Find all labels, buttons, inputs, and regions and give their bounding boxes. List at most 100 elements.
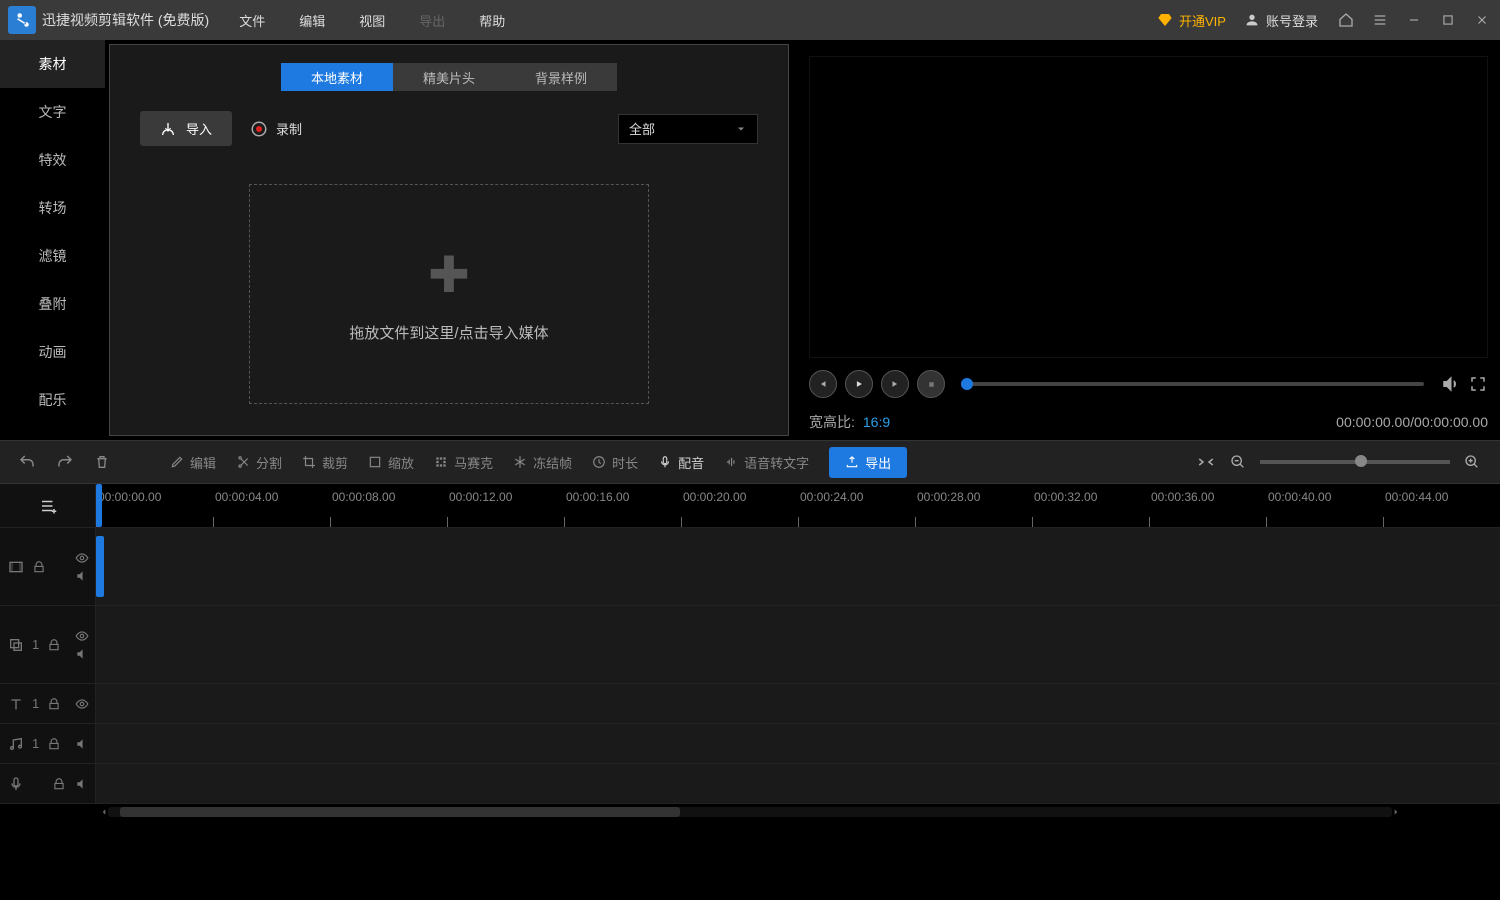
overlay-track[interactable] bbox=[96, 606, 1500, 683]
zoom-button[interactable]: 缩放 bbox=[368, 453, 414, 472]
fullscreen-button[interactable] bbox=[1468, 374, 1488, 394]
eye-icon[interactable] bbox=[75, 629, 89, 643]
zoom-out-button[interactable] bbox=[1228, 452, 1248, 472]
lock-icon[interactable] bbox=[47, 638, 61, 652]
redo-button[interactable] bbox=[56, 453, 74, 471]
time-total: 00:00:00.00 bbox=[1414, 414, 1488, 430]
stop-button[interactable] bbox=[917, 370, 945, 398]
sidebar-item-music[interactable]: 配乐 bbox=[0, 376, 105, 424]
menu-file[interactable]: 文件 bbox=[239, 11, 265, 30]
voiceover-button[interactable]: 配音 bbox=[658, 453, 704, 472]
menu-edit[interactable]: 编辑 bbox=[299, 11, 325, 30]
zoom-slider-thumb[interactable] bbox=[1355, 455, 1367, 467]
sidebar-item-filter[interactable]: 滤镜 bbox=[0, 232, 105, 280]
redo-icon bbox=[56, 453, 74, 471]
sidebar-item-transition[interactable]: 转场 bbox=[0, 184, 105, 232]
eye-icon[interactable] bbox=[75, 697, 89, 711]
ruler-tick: 00:00:28.00 bbox=[915, 490, 1032, 504]
hamburger-button[interactable] bbox=[1370, 10, 1390, 30]
music-track-icon bbox=[8, 736, 24, 752]
login-button[interactable]: 账号登录 bbox=[1244, 11, 1318, 30]
duration-button[interactable]: 时长 bbox=[592, 453, 638, 472]
menu-help[interactable]: 帮助 bbox=[479, 11, 505, 30]
mosaic-button[interactable]: 马赛克 bbox=[434, 453, 493, 472]
timeline-ruler[interactable]: 00:00:00.0000:00:04.0000:00:08.0000:00:1… bbox=[96, 484, 1500, 528]
maximize-button[interactable] bbox=[1438, 10, 1458, 30]
lock-icon[interactable] bbox=[52, 777, 66, 791]
media-filter-select[interactable]: 全部 bbox=[618, 114, 758, 144]
voice-track-icon bbox=[8, 776, 24, 792]
video-clip[interactable] bbox=[96, 536, 104, 597]
lock-icon[interactable] bbox=[47, 697, 61, 711]
next-frame-button[interactable] bbox=[881, 370, 909, 398]
volume-button[interactable] bbox=[1440, 374, 1460, 394]
edit-button[interactable]: 编辑 bbox=[170, 453, 216, 472]
overlay-track-icon bbox=[8, 637, 24, 653]
clock-icon bbox=[592, 455, 606, 469]
add-track-button[interactable] bbox=[0, 484, 96, 528]
scroll-left-icon[interactable] bbox=[100, 808, 108, 816]
crop-icon bbox=[302, 455, 316, 469]
speaker-icon[interactable] bbox=[75, 569, 89, 583]
sidebar-item-effects[interactable]: 特效 bbox=[0, 136, 105, 184]
eye-icon[interactable] bbox=[75, 551, 89, 565]
fit-timeline-button[interactable] bbox=[1196, 452, 1216, 472]
menu-view[interactable]: 视图 bbox=[359, 11, 385, 30]
speaker-icon[interactable] bbox=[75, 777, 89, 791]
stt-button[interactable]: 语音转文字 bbox=[724, 453, 809, 472]
aspect-label: 宽高比: bbox=[809, 412, 855, 432]
ruler-tick: 00:00:00.00 bbox=[96, 490, 213, 504]
lock-icon[interactable] bbox=[47, 737, 61, 751]
timeline-scrollbar[interactable] bbox=[0, 804, 1500, 820]
scroll-right-icon[interactable] bbox=[1392, 808, 1400, 816]
aspect-value[interactable]: 16:9 bbox=[863, 414, 890, 430]
sidebar-item-animation[interactable]: 动画 bbox=[0, 328, 105, 376]
ruler-tick: 00:00:40.00 bbox=[1266, 490, 1383, 504]
lock-icon[interactable] bbox=[32, 560, 46, 574]
video-track[interactable] bbox=[96, 528, 1500, 605]
tab-local-media[interactable]: 本地素材 bbox=[281, 63, 393, 91]
prev-frame-button[interactable] bbox=[809, 370, 837, 398]
import-button[interactable]: 导入 bbox=[140, 111, 232, 146]
freeze-button[interactable]: 冻结帧 bbox=[513, 453, 572, 472]
delete-button[interactable] bbox=[94, 454, 110, 470]
export-button[interactable]: 导出 bbox=[829, 447, 907, 478]
close-button[interactable] bbox=[1472, 10, 1492, 30]
speaker-icon[interactable] bbox=[75, 737, 89, 751]
music-track-head: 1 bbox=[0, 724, 96, 763]
ruler-tick: 00:00:16.00 bbox=[564, 490, 681, 504]
home-button[interactable] bbox=[1336, 10, 1356, 30]
sidebar-item-material[interactable]: 素材 bbox=[0, 40, 105, 88]
zoom-slider[interactable] bbox=[1260, 460, 1450, 464]
split-button[interactable]: 分割 bbox=[236, 453, 282, 472]
tab-intro-templates[interactable]: 精美片头 bbox=[393, 63, 505, 91]
scrollbar-thumb[interactable] bbox=[120, 807, 680, 817]
undo-icon bbox=[18, 453, 36, 471]
video-track-head bbox=[0, 528, 96, 605]
zoom-in-button[interactable] bbox=[1462, 452, 1482, 472]
scrubber-thumb[interactable] bbox=[961, 378, 973, 390]
record-icon bbox=[250, 120, 268, 138]
preview-scrubber[interactable] bbox=[961, 382, 1424, 386]
timeline: 00:00:00.0000:00:04.0000:00:08.0000:00:1… bbox=[0, 484, 1500, 820]
playhead[interactable] bbox=[96, 484, 102, 527]
titlebar: 迅捷视频剪辑软件 (免费版) 文件 编辑 视图 导出 帮助 开通VIP 账号登录 bbox=[0, 0, 1500, 40]
record-button[interactable]: 录制 bbox=[250, 119, 302, 138]
sidebar-item-text[interactable]: 文字 bbox=[0, 88, 105, 136]
minimize-button[interactable] bbox=[1404, 10, 1424, 30]
user-icon bbox=[1244, 12, 1260, 28]
media-dropzone[interactable]: ✚ 拖放文件到这里/点击导入媒体 bbox=[249, 184, 649, 404]
track-index: 1 bbox=[32, 696, 39, 711]
tab-background-samples[interactable]: 背景样例 bbox=[505, 63, 617, 91]
fit-icon bbox=[1197, 453, 1215, 471]
music-track[interactable] bbox=[96, 724, 1500, 763]
sidebar-item-overlay[interactable]: 叠附 bbox=[0, 280, 105, 328]
vip-button[interactable]: 开通VIP bbox=[1157, 11, 1226, 30]
undo-button[interactable] bbox=[18, 453, 36, 471]
voice-track[interactable] bbox=[96, 764, 1500, 803]
play-button[interactable] bbox=[845, 370, 873, 398]
crop-button[interactable]: 裁剪 bbox=[302, 453, 348, 472]
overlay-track-head: 1 bbox=[0, 606, 96, 683]
speaker-icon[interactable] bbox=[75, 647, 89, 661]
text-track[interactable] bbox=[96, 684, 1500, 723]
